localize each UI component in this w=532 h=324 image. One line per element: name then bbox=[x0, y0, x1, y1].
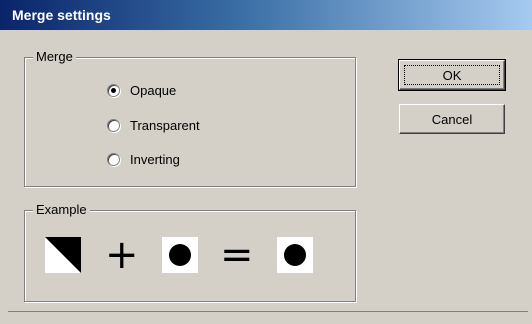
source-triangle-tile bbox=[45, 237, 81, 273]
merge-group-label: Merge bbox=[33, 49, 76, 65]
radio-transparent[interactable]: Transparent bbox=[107, 116, 200, 134]
result-circle-tile bbox=[277, 237, 313, 273]
radio-inverting-label[interactable]: Inverting bbox=[130, 152, 180, 167]
triangle-icon bbox=[45, 237, 81, 273]
cancel-button-label: Cancel bbox=[431, 111, 473, 127]
merge-group: Merge Opaque Transparent Inverting bbox=[24, 49, 356, 187]
radio-transparent-label[interactable]: Transparent bbox=[130, 118, 200, 133]
equals-sign: = bbox=[220, 232, 254, 278]
ok-button[interactable]: OK bbox=[398, 59, 506, 91]
dialog-title: Merge settings bbox=[12, 7, 111, 23]
mask-circle-tile bbox=[162, 237, 198, 273]
bottom-divider bbox=[8, 311, 528, 312]
merge-settings-dialog: Merge settings Merge Opaque Transparent … bbox=[0, 0, 532, 324]
radio-inverting-indicator[interactable] bbox=[107, 152, 120, 166]
ok-focus-rect bbox=[404, 65, 500, 85]
cancel-button[interactable]: Cancel bbox=[399, 104, 505, 134]
result-circle-icon bbox=[277, 237, 313, 273]
radio-inverting[interactable]: Inverting bbox=[107, 150, 180, 168]
radio-opaque-label[interactable]: Opaque bbox=[130, 83, 176, 98]
radio-opaque[interactable]: Opaque bbox=[107, 81, 176, 99]
example-group-label: Example bbox=[33, 202, 90, 218]
radio-opaque-indicator[interactable] bbox=[107, 83, 120, 97]
plus-sign: + bbox=[105, 232, 139, 278]
title-bar[interactable]: Merge settings bbox=[0, 0, 532, 30]
radio-transparent-indicator[interactable] bbox=[107, 118, 120, 132]
circle-icon bbox=[162, 237, 198, 273]
example-group: Example + = bbox=[24, 202, 356, 302]
